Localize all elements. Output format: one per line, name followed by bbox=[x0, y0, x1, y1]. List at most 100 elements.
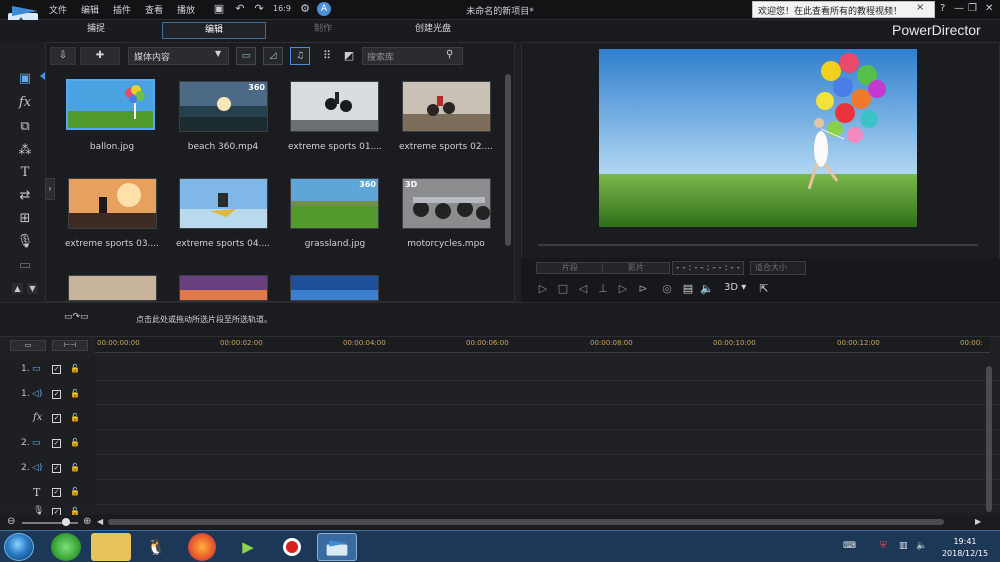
media-room-icon[interactable]: ▣ bbox=[16, 70, 34, 88]
transition-room-icon[interactable]: ⇄ bbox=[16, 187, 34, 205]
plugins-button[interactable]: ✚ bbox=[80, 47, 120, 65]
fit-timeline-icon[interactable]: ⊢⊣ bbox=[52, 340, 88, 351]
media-type-select[interactable]: 媒体内容 bbox=[128, 47, 229, 65]
media-thumb-grassland[interactable]: 360 bbox=[290, 178, 379, 229]
movie-mode-button[interactable]: 影片 bbox=[602, 262, 670, 274]
minimize-button[interactable]: — bbox=[954, 3, 964, 14]
speaker-icon[interactable]: 🔈 bbox=[916, 541, 927, 551]
video-filter-icon[interactable]: ▭ bbox=[236, 47, 256, 65]
import-media-button[interactable]: ⇩ bbox=[50, 47, 76, 65]
fx-room-icon[interactable]: fx bbox=[16, 94, 34, 112]
rail-scroll-up-icon[interactable]: ▲ bbox=[12, 283, 23, 294]
split-icon[interactable]: ⊥ bbox=[596, 282, 610, 296]
tab-create-disc[interactable]: 创建光盘 bbox=[396, 22, 470, 39]
media-thumb-beach[interactable]: 360 bbox=[179, 81, 268, 132]
track-video-1[interactable] bbox=[0, 357, 1000, 381]
track-video-2[interactable] bbox=[0, 431, 1000, 455]
timeline-horizontal-scrollbar[interactable] bbox=[108, 519, 944, 525]
tab-edit[interactable]: 编辑 bbox=[162, 22, 266, 39]
tab-capture[interactable]: 捕捉 bbox=[60, 22, 132, 39]
media-thumb-extreme-03[interactable] bbox=[68, 178, 157, 229]
track-enable-checkbox[interactable]: ✓ bbox=[52, 488, 61, 497]
stop-icon[interactable]: □ bbox=[556, 282, 570, 296]
audio-mix-room-icon[interactable]: ⊞ bbox=[16, 210, 34, 228]
audio-filter-icon[interactable]: ♫ bbox=[290, 47, 310, 65]
settings-gear-icon[interactable]: ⚙ bbox=[298, 2, 312, 16]
menu-edit[interactable]: 编辑 bbox=[81, 3, 99, 16]
keyboard-icon[interactable]: ⌨ bbox=[843, 541, 856, 551]
track-enable-checkbox[interactable]: ✓ bbox=[52, 365, 61, 374]
snapshot-icon[interactable]: ◎ bbox=[660, 282, 674, 296]
scroll-left-icon[interactable]: ◀ bbox=[97, 517, 103, 526]
recorder-icon[interactable] bbox=[272, 533, 312, 561]
subtitles-icon[interactable]: ▤ bbox=[681, 282, 695, 296]
qq-icon[interactable]: 🐧 bbox=[136, 533, 176, 561]
undock-icon[interactable]: ⇱ bbox=[757, 282, 771, 296]
account-icon[interactable]: A bbox=[317, 2, 331, 16]
menu-view[interactable]: 查看 bbox=[145, 3, 163, 16]
track-audio-2[interactable] bbox=[0, 456, 1000, 480]
rail-scroll-down-icon[interactable]: ▼ bbox=[27, 283, 38, 294]
firefox-icon[interactable] bbox=[188, 533, 216, 561]
media-thumb-partial[interactable] bbox=[179, 275, 268, 301]
track-title[interactable] bbox=[0, 481, 1000, 505]
lock-icon[interactable]: 🔓 bbox=[70, 364, 80, 373]
next-frame-icon[interactable]: ▷ bbox=[616, 282, 630, 296]
360-browser-icon[interactable] bbox=[51, 533, 81, 561]
timecode-display[interactable]: - - : - - : - - : - - bbox=[672, 261, 744, 275]
lock-icon[interactable]: 🔓 bbox=[70, 389, 80, 398]
search-icon[interactable]: ⚲ bbox=[446, 49, 453, 60]
grid-view-icon[interactable]: ⠿ bbox=[320, 49, 334, 63]
subtitle-room-icon[interactable]: ▭ bbox=[16, 257, 34, 275]
media-thumb-extreme-04[interactable] bbox=[179, 178, 268, 229]
undo-icon[interactable]: ↶ bbox=[233, 2, 247, 16]
zoom-slider-handle[interactable] bbox=[62, 518, 70, 526]
particle-room-icon[interactable]: ⁂ bbox=[16, 142, 34, 160]
menu-playback[interactable]: 播放 bbox=[177, 3, 195, 16]
network-icon[interactable]: ▥ bbox=[899, 541, 908, 551]
prev-frame-icon[interactable]: ◁ bbox=[576, 282, 590, 296]
track-enable-checkbox[interactable]: ✓ bbox=[52, 439, 61, 448]
library-scrollbar[interactable] bbox=[505, 74, 511, 246]
lock-icon[interactable]: 🔓 bbox=[70, 463, 80, 472]
system-clock[interactable]: 19:41 2018/12/15 bbox=[934, 536, 996, 560]
media-thumb-extreme-01[interactable] bbox=[290, 81, 379, 132]
menu-file[interactable]: 文件 bbox=[49, 3, 67, 16]
volume-icon[interactable]: 🔈 bbox=[700, 282, 714, 296]
save-icon[interactable]: ▣ bbox=[212, 2, 226, 16]
help-button[interactable]: ? bbox=[940, 3, 945, 14]
clip-mode-button[interactable]: 片段 bbox=[536, 262, 604, 274]
image-filter-icon[interactable]: ◿ bbox=[263, 47, 283, 65]
file-explorer-icon[interactable] bbox=[91, 533, 131, 561]
zoom-in-icon[interactable]: ⊕ bbox=[83, 516, 91, 527]
video-editor-icon[interactable]: ▶ bbox=[228, 533, 268, 561]
media-thumb-extreme-02[interactable] bbox=[402, 81, 491, 132]
track-fx[interactable] bbox=[0, 406, 1000, 430]
lock-icon[interactable]: 🔓 bbox=[70, 413, 80, 422]
redo-icon[interactable]: ↷ bbox=[252, 2, 266, 16]
menu-plugins[interactable]: 插件 bbox=[113, 3, 131, 16]
track-enable-checkbox[interactable]: ✓ bbox=[52, 464, 61, 473]
preview-scrubber[interactable] bbox=[538, 244, 978, 246]
zoom-out-icon[interactable]: ⊖ bbox=[7, 516, 15, 527]
pip-room-icon[interactable]: ⧉ bbox=[16, 118, 34, 136]
media-thumb-partial[interactable] bbox=[68, 275, 157, 301]
notice-close-icon[interactable]: × bbox=[916, 2, 924, 13]
voice-over-icon[interactable]: 🎙 bbox=[16, 233, 34, 251]
thumbnail-size-icon[interactable]: ◩ bbox=[342, 49, 356, 63]
track-enable-checkbox[interactable]: ✓ bbox=[52, 390, 61, 399]
track-enable-checkbox[interactable]: ✓ bbox=[52, 414, 61, 423]
fast-forward-icon[interactable]: ⊳ bbox=[636, 282, 650, 296]
tab-produce[interactable]: 制作 bbox=[290, 22, 356, 39]
track-manager-icon[interactable]: ▭ bbox=[10, 340, 46, 351]
close-button[interactable]: ✕ bbox=[985, 3, 993, 14]
powerdirector-taskbar-icon[interactable] bbox=[317, 533, 357, 561]
title-room-icon[interactable]: T bbox=[16, 164, 34, 182]
play-icon[interactable]: ▷ bbox=[536, 282, 550, 296]
security-icon[interactable]: ⛨ bbox=[880, 541, 887, 551]
media-thumb-partial[interactable] bbox=[290, 275, 379, 301]
zoom-fit-select[interactable]: 适合大小 bbox=[750, 261, 806, 275]
start-button[interactable] bbox=[4, 533, 34, 561]
timeline-vertical-scrollbar[interactable] bbox=[986, 366, 992, 512]
expand-panel-icon[interactable]: › bbox=[45, 178, 55, 200]
